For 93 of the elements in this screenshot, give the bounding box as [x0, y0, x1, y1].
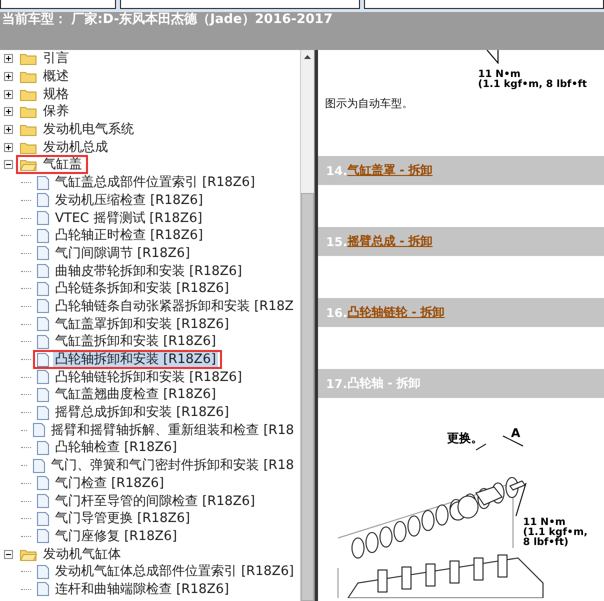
open-folder-icon	[20, 548, 37, 561]
step-number: 17.	[326, 376, 348, 390]
document-icon	[37, 211, 49, 226]
step-number: 15.	[326, 234, 348, 248]
tree-item[interactable]: 气门、弹簧和气门密封件拆卸和安装 [R18	[49, 458, 296, 474]
tree-item[interactable]: 发动机电气系统	[41, 122, 136, 138]
torque-label: 8 lbf•ft)	[523, 538, 568, 548]
document-icon	[37, 494, 49, 508]
document-icon	[37, 299, 49, 314]
leader-line	[486, 50, 500, 64]
section-link[interactable]: 气缸盖罩 - 拆卸	[347, 162, 433, 179]
document-icon	[37, 582, 49, 596]
torque-label: (1.1 kgf•m,	[523, 528, 588, 538]
folder-icon	[20, 140, 37, 154]
tree-item[interactable]: 气缸盖拆卸和安装 [R18Z6]	[53, 334, 218, 350]
tree-item[interactable]: 气缸盖翘曲度检查 [R18Z6]	[53, 387, 218, 402]
collapse-icon[interactable]	[4, 550, 13, 559]
document-icon	[37, 264, 49, 278]
vehicle-title: 当前车型： 厂家:D-东风本田杰德（Jade）2016-2017	[2, 12, 333, 28]
open-folder-icon	[20, 158, 37, 172]
tree-item[interactable]: 规格	[41, 86, 71, 102]
document-icon	[37, 282, 49, 296]
document-icon	[37, 193, 49, 208]
expand-icon[interactable]	[4, 90, 13, 99]
document-icon	[33, 458, 46, 473]
expand-icon[interactable]	[4, 72, 13, 82]
expand-icon[interactable]	[4, 125, 13, 134]
step-number: 14.	[326, 164, 348, 178]
tree-item[interactable]: 引言	[41, 51, 71, 66]
tree-item[interactable]: VTEC 摇臂测试 [R18Z6]	[53, 210, 204, 226]
tree-item[interactable]: 气门检查 [R18Z6]	[53, 476, 166, 491]
tree-item[interactable]: 凸轮轴检查 [R18Z6]	[53, 440, 180, 456]
document-icon	[37, 476, 49, 490]
torque-label: 11 N•m	[478, 70, 521, 80]
document-icon	[37, 176, 49, 190]
tree-item[interactable]: 气缸盖罩拆卸和安装 [R18Z6]	[53, 316, 232, 332]
document-icon	[37, 246, 49, 260]
document-icon	[33, 423, 46, 438]
tree-item[interactable]: 气门导管更换 [R18Z6]	[53, 511, 192, 526]
folder-icon	[20, 52, 37, 66]
tree-item[interactable]: 凸轮轴链条自动张紧器拆卸和安装 [R18Z	[53, 298, 296, 314]
tree-item[interactable]: 凸轮轴正时检查 [R18Z6]	[53, 228, 206, 244]
document-icon	[37, 352, 49, 367]
tree-item[interactable]: 发动机压缩检查 [R18Z6]	[53, 192, 206, 208]
callout-label: A	[511, 428, 520, 438]
scroll-thumb[interactable]	[301, 192, 314, 601]
document-icon	[37, 529, 49, 544]
expand-icon[interactable]	[4, 142, 13, 152]
expand-icon[interactable]	[4, 107, 13, 116]
folder-icon	[20, 70, 37, 84]
document-icon	[37, 512, 49, 526]
tree-item[interactable]: 气门杆至导管的间隙检查 [R18Z6]	[53, 494, 258, 509]
tree-item[interactable]: 凸轮轴拆卸和安装 [R18Z6]	[53, 352, 218, 368]
tree-item[interactable]: 曲轴皮带轮拆卸和安装 [R18Z6]	[53, 264, 244, 279]
document-icon	[37, 406, 49, 420]
toolbar-field[interactable]	[364, 0, 604, 9]
section-link[interactable]: 摇臂总成 - 拆卸	[347, 233, 433, 250]
step-number: 16.	[326, 306, 348, 320]
document-icon	[37, 370, 49, 384]
toolbar-field[interactable]	[0, 0, 116, 9]
tree-item[interactable]: 气门座修复 [R18Z6]	[53, 528, 180, 544]
folder-icon	[20, 123, 37, 136]
folder-icon	[20, 105, 37, 118]
document-icon	[37, 388, 49, 402]
document-icon	[36, 564, 49, 579]
expand-icon[interactable]	[4, 54, 13, 64]
callout-label: 更换。	[447, 433, 483, 443]
tree-item[interactable]: 连杆和曲轴端隙检查 [R18Z6]	[53, 582, 232, 597]
tree-item[interactable]: 发动机总成	[41, 140, 110, 155]
scrollbar[interactable]	[300, 50, 314, 601]
torque-label: (1.1 kgf•m, 8 lbf•ft	[478, 80, 587, 90]
tree-item[interactable]: 保养	[41, 104, 71, 120]
tree-item[interactable]: 摇臂和摇臂轴拆解、重新组装和检查 [R18	[49, 422, 296, 438]
collapse-icon[interactable]	[4, 160, 13, 170]
document-icon	[37, 334, 49, 349]
document-icon	[37, 228, 49, 243]
folder-icon	[20, 88, 37, 101]
document-icon	[37, 440, 49, 455]
section-title: 凸轮轴 - 拆卸	[347, 375, 421, 392]
tree-item[interactable]: 气缸盖	[41, 157, 84, 172]
section-link[interactable]: 凸轮轴链轮 - 拆卸	[347, 304, 445, 321]
note-text: 图示为自动车型。	[324, 96, 414, 112]
document-icon	[37, 317, 49, 332]
tree-item[interactable]: 概述	[41, 69, 71, 84]
tree-item[interactable]: 气缸盖总成部件位置索引 [R18Z6]	[53, 175, 258, 190]
tree-item[interactable]: 摇臂总成拆卸和安装 [R18Z6]	[53, 405, 232, 420]
tree-item[interactable]: 凸轮轴链轮拆卸和安装 [R18Z6]	[53, 370, 244, 385]
tree-item[interactable]: 发动机气缸体总成部件位置索引 [R18Z6]	[52, 564, 296, 580]
torque-label: 11 N•m	[523, 518, 566, 528]
tree-item[interactable]: 气门间隙调节 [R18Z6]	[53, 246, 192, 261]
tree-item[interactable]: 凸轮链条拆卸和安装 [R18Z6]	[53, 281, 232, 296]
tree-item[interactable]: 发动机气缸体	[41, 546, 123, 562]
toolbar-field[interactable]	[120, 0, 360, 9]
